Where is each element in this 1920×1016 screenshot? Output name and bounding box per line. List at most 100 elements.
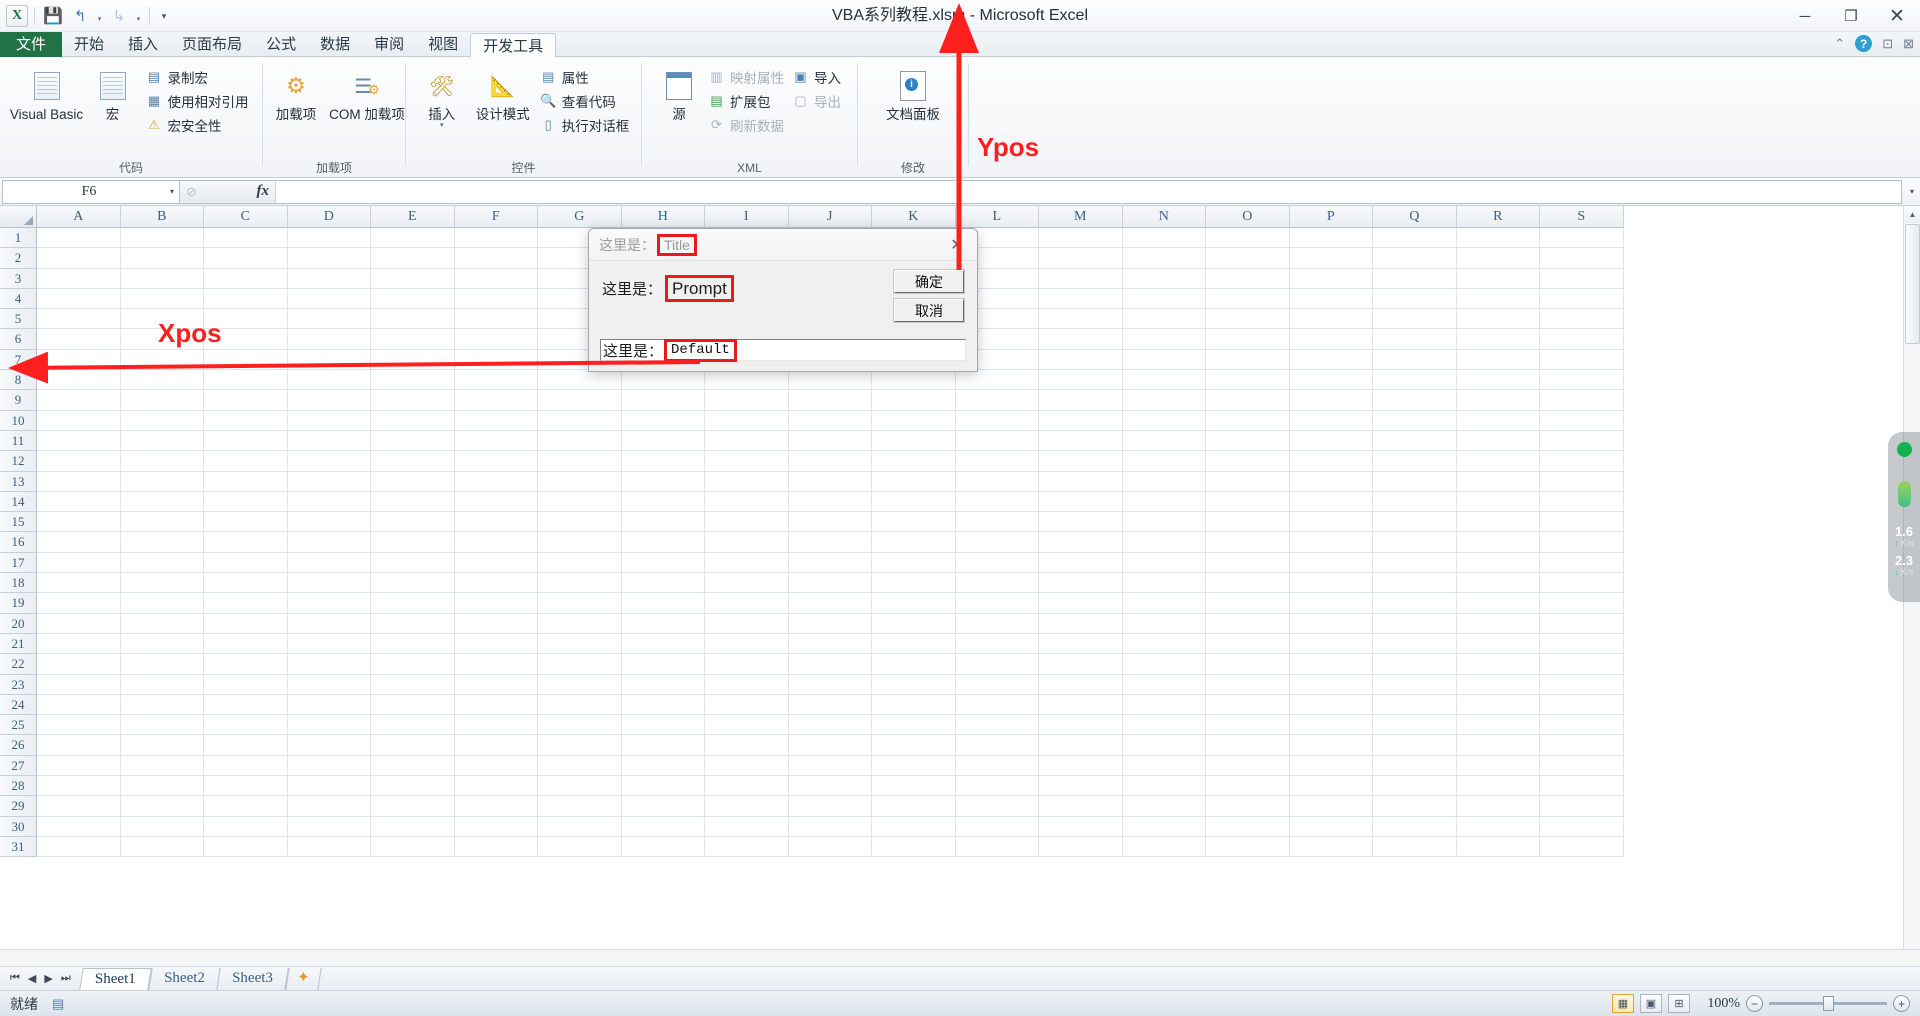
cell-G10[interactable] (538, 410, 622, 431)
cell-I25[interactable] (705, 715, 789, 736)
cell-P19[interactable] (1289, 593, 1373, 614)
cell-F18[interactable] (454, 573, 538, 594)
cell-D13[interactable] (287, 471, 371, 492)
cell-A14[interactable] (37, 491, 121, 513)
cell-L30[interactable] (955, 816, 1039, 837)
cell-H20[interactable] (621, 613, 705, 634)
zoom-out-button[interactable]: − (1746, 995, 1763, 1012)
cell-M19[interactable] (1039, 593, 1123, 614)
cell-D28[interactable] (287, 776, 371, 797)
cell-K20[interactable] (872, 613, 956, 634)
cell-A21[interactable] (37, 633, 121, 655)
cell-F27[interactable] (454, 755, 538, 777)
cell-N21[interactable] (1122, 633, 1206, 655)
cell-P23[interactable] (1289, 674, 1373, 695)
ok-button[interactable]: 确定 (893, 269, 965, 294)
cell-M22[interactable] (1039, 654, 1123, 675)
cell-O15[interactable] (1206, 512, 1290, 533)
cell-E22[interactable] (371, 654, 455, 675)
cell-Q3[interactable] (1373, 268, 1457, 289)
cell-G12[interactable] (538, 451, 622, 472)
cell-P12[interactable] (1289, 451, 1373, 472)
cell-K31[interactable] (872, 836, 956, 858)
cell-G18[interactable] (538, 573, 622, 594)
cell-H11[interactable] (621, 430, 705, 452)
column-header-H[interactable]: H (621, 206, 705, 228)
cell-L17[interactable] (955, 552, 1039, 574)
cell-M24[interactable] (1039, 694, 1123, 716)
cell-D3[interactable] (287, 268, 371, 289)
cell-E26[interactable] (371, 735, 455, 756)
name-box[interactable]: F6 ▾ (2, 179, 180, 204)
cell-L28[interactable] (955, 776, 1039, 797)
cell-S30[interactable] (1540, 816, 1624, 837)
cell-N1[interactable] (1122, 228, 1206, 249)
new-sheet-icon[interactable]: ✦ (285, 967, 322, 990)
cell-C22[interactable] (204, 654, 288, 675)
cell-E29[interactable] (371, 796, 455, 817)
cell-I18[interactable] (705, 573, 789, 594)
cell-F1[interactable] (454, 228, 538, 249)
cell-H29[interactable] (621, 796, 705, 817)
cell-A11[interactable] (37, 430, 121, 452)
cell-K18[interactable] (872, 573, 956, 594)
cell-R13[interactable] (1456, 471, 1540, 492)
cell-N25[interactable] (1122, 715, 1206, 736)
cell-N2[interactable] (1122, 248, 1206, 269)
cell-P7[interactable] (1289, 349, 1373, 371)
cell-K15[interactable] (872, 512, 956, 533)
cell-O18[interactable] (1206, 573, 1290, 594)
cell-S29[interactable] (1540, 796, 1624, 817)
cell-G9[interactable] (538, 390, 622, 411)
cell-P21[interactable] (1289, 633, 1373, 655)
cell-M25[interactable] (1039, 715, 1123, 736)
cell-Q30[interactable] (1373, 816, 1457, 837)
cell-Q12[interactable] (1373, 451, 1457, 472)
cell-A4[interactable] (37, 288, 121, 310)
cell-F9[interactable] (454, 390, 538, 411)
cell-H30[interactable] (621, 816, 705, 837)
cell-A1[interactable] (37, 228, 121, 249)
cell-N3[interactable] (1122, 268, 1206, 289)
cell-A26[interactable] (37, 735, 121, 756)
cell-A9[interactable] (37, 390, 121, 411)
cell-F21[interactable] (454, 633, 538, 655)
cell-R8[interactable] (1456, 370, 1540, 391)
cell-F7[interactable] (454, 349, 538, 371)
cell-D30[interactable] (287, 816, 371, 837)
cell-J12[interactable] (788, 451, 872, 472)
cell-S22[interactable] (1540, 654, 1624, 675)
cell-O13[interactable] (1206, 471, 1290, 492)
cell-P16[interactable] (1289, 532, 1373, 553)
cell-C21[interactable] (204, 633, 288, 655)
cell-O29[interactable] (1206, 796, 1290, 817)
cell-P18[interactable] (1289, 573, 1373, 594)
cell-R23[interactable] (1456, 674, 1540, 695)
cell-A28[interactable] (37, 776, 121, 797)
cell-O25[interactable] (1206, 715, 1290, 736)
record-macro-button[interactable]: ▤ 录制宏 (142, 65, 253, 89)
row-header-9[interactable]: 9 (0, 390, 37, 411)
cell-B29[interactable] (120, 796, 204, 817)
cell-F3[interactable] (454, 268, 538, 289)
cell-M1[interactable] (1039, 228, 1123, 249)
cell-E15[interactable] (371, 512, 455, 533)
cell-S6[interactable] (1540, 329, 1624, 350)
cell-S19[interactable] (1540, 593, 1624, 614)
cell-C4[interactable] (204, 288, 288, 310)
cell-K19[interactable] (872, 593, 956, 614)
cell-J8[interactable] (788, 370, 872, 391)
cell-E13[interactable] (371, 471, 455, 492)
cell-B20[interactable] (120, 613, 204, 634)
ribbon-tab-4[interactable]: 公式 (254, 32, 308, 57)
cell-D12[interactable] (287, 451, 371, 472)
cell-D22[interactable] (287, 654, 371, 675)
cell-P10[interactable] (1289, 410, 1373, 431)
cell-N6[interactable] (1122, 329, 1206, 350)
horizontal-scrollbar[interactable] (0, 949, 1920, 966)
cell-M4[interactable] (1039, 288, 1123, 310)
sheet-nav-2[interactable]: ▶ (44, 972, 52, 985)
cell-S15[interactable] (1540, 512, 1624, 533)
cell-J9[interactable] (788, 390, 872, 411)
cell-F17[interactable] (454, 552, 538, 574)
